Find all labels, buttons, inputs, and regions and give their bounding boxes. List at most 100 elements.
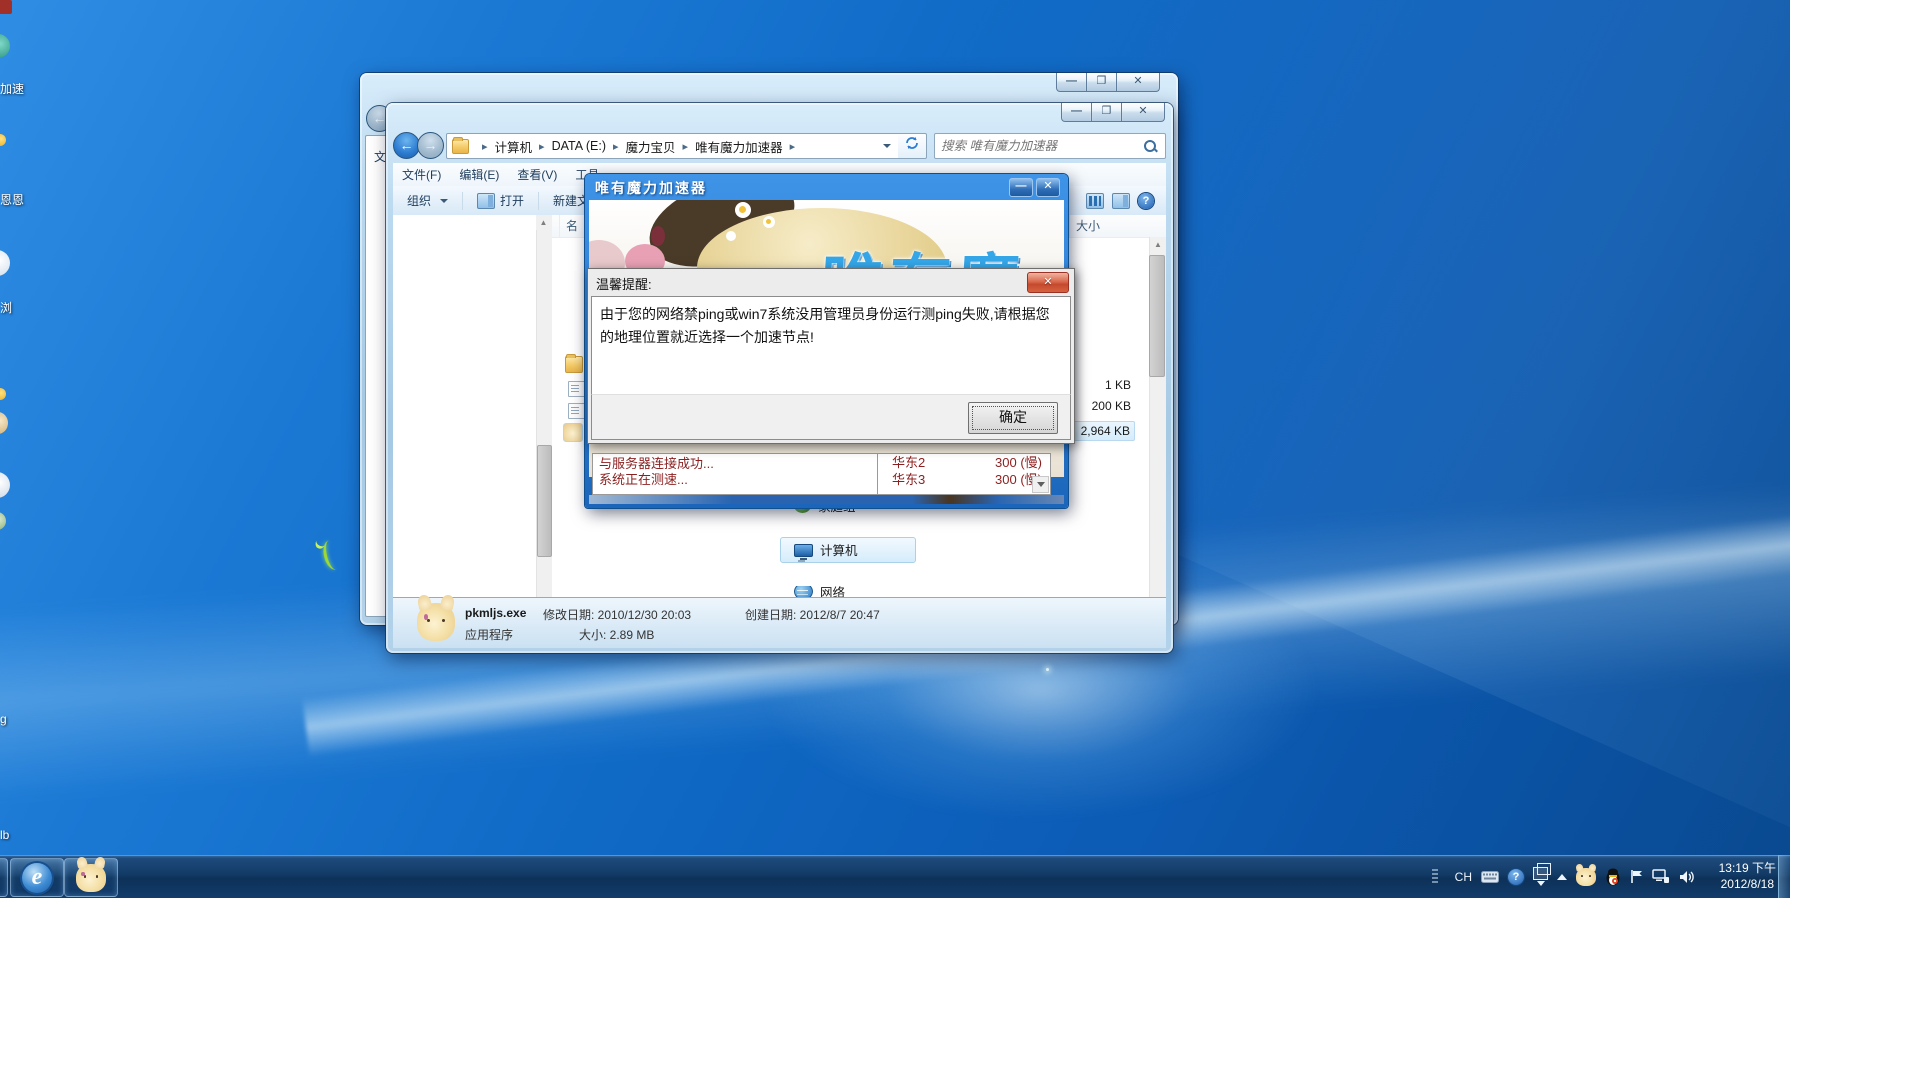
node-scroll-down-button[interactable] bbox=[1032, 476, 1049, 493]
qq-tray-icon[interactable] bbox=[1605, 868, 1621, 886]
toolbar-divider bbox=[462, 192, 463, 210]
breadcrumb-drive[interactable]: DATA (E:) bbox=[552, 139, 606, 153]
language-indicator[interactable]: CH bbox=[1455, 870, 1472, 884]
breadcrumb-folder[interactable]: 魔力宝贝 bbox=[626, 137, 676, 156]
status-line: 系统正在测速... bbox=[599, 472, 871, 488]
node-row[interactable]: 华东3 300 (慢) bbox=[878, 471, 1050, 488]
desktop-icon-label[interactable]: 浏 bbox=[0, 299, 12, 316]
dialog-message: 由于您的网络禁ping或win7系统没用管理员身份运行测ping失败,请根据您的… bbox=[600, 303, 1058, 349]
desktop-icon-label[interactable]: lb bbox=[0, 828, 9, 842]
preview-pane-icon[interactable] bbox=[1112, 193, 1130, 209]
close-icon: ✕ bbox=[1043, 180, 1052, 192]
desktop-icon-label[interactable]: 加速 bbox=[0, 80, 24, 97]
list-scrollbar-thumb[interactable] bbox=[1149, 255, 1165, 377]
banner-bead bbox=[651, 226, 665, 246]
sidebar-item-computer[interactable]: 计算机 bbox=[794, 539, 858, 560]
node-list[interactable]: 华东2 300 (慢) 华东3 300 (慢) bbox=[877, 453, 1051, 495]
taskbar-clock[interactable]: 13:19 下午 2012/8/18 bbox=[1719, 860, 1776, 892]
chevron-down-icon bbox=[1037, 482, 1045, 487]
taskbar-button-accelerator[interactable] bbox=[64, 858, 118, 897]
scroll-up-icon[interactable]: ▲ bbox=[536, 215, 551, 230]
refresh-icon bbox=[905, 136, 919, 150]
desktop-icon-label[interactable]: 恩恩 bbox=[0, 191, 24, 208]
wallpaper-sprout bbox=[316, 536, 338, 572]
breadcrumb-chevron-icon bbox=[783, 139, 803, 153]
desktop-icon-partial[interactable] bbox=[0, 134, 6, 146]
minimize-button[interactable]: — bbox=[1009, 178, 1033, 197]
taskbar-button-ie[interactable]: e bbox=[10, 858, 64, 897]
action-center-flag-icon[interactable] bbox=[1630, 869, 1643, 884]
organize-button[interactable]: 组织 bbox=[399, 189, 456, 212]
open-button[interactable]: 打开 bbox=[469, 189, 532, 212]
keyboard-layout-icon[interactable] bbox=[1481, 871, 1499, 883]
maximize-button[interactable]: ❐ bbox=[1091, 103, 1122, 122]
close-button[interactable]: ✕ bbox=[1121, 103, 1165, 122]
sidebar-item-network[interactable]: 网络 bbox=[794, 586, 845, 597]
desktop-icon-partial[interactable] bbox=[0, 472, 10, 498]
status-log: 与服务器连接成功... 系统正在测速... bbox=[592, 453, 878, 495]
desktop: 加速 恩恩 浏 g lb — ❐ ✕ ← 文 — ❐ ✕ ← → bbox=[0, 0, 1790, 898]
help-tray-icon[interactable] bbox=[1508, 869, 1524, 885]
menu-file[interactable]: 文件(F) bbox=[393, 166, 450, 183]
address-bar[interactable]: 计算机 DATA (E:) 魔力宝贝 唯有魔力加速器 bbox=[446, 133, 900, 159]
show-hidden-icons-button[interactable] bbox=[1557, 874, 1567, 880]
minimize-icon: — bbox=[1016, 180, 1027, 192]
folder-icon bbox=[452, 139, 469, 154]
desktop-icon-partial[interactable] bbox=[0, 512, 6, 530]
help-icon[interactable] bbox=[1138, 193, 1154, 209]
network-tray-icon[interactable] bbox=[1652, 869, 1670, 884]
nav-back-button[interactable]: ← bbox=[393, 132, 420, 159]
desktop-icon-partial[interactable] bbox=[0, 388, 6, 400]
hamster-tray-icon[interactable] bbox=[1576, 868, 1596, 886]
breadcrumb-computer[interactable]: 计算机 bbox=[495, 137, 533, 156]
file-row-file-icon[interactable] bbox=[568, 381, 586, 397]
change-view-icon[interactable] bbox=[1086, 193, 1104, 209]
node-name: 华东3 bbox=[892, 472, 925, 488]
taskbar-button-partial[interactable] bbox=[0, 858, 8, 897]
menu-view[interactable]: 查看(V) bbox=[508, 166, 566, 183]
minimize-icon: — bbox=[1066, 75, 1077, 87]
nav-forward-button[interactable]: → bbox=[417, 132, 444, 159]
details-pane: pkmljs.exe 修改日期: 2010/12/30 20:03 创建日期: … bbox=[393, 597, 1166, 648]
back-window-client-sliver: 文 bbox=[365, 135, 388, 617]
node-row[interactable]: 华东2 300 (慢) bbox=[878, 454, 1050, 471]
show-desktop-button[interactable] bbox=[1778, 855, 1790, 898]
file-row-exe-icon[interactable] bbox=[563, 423, 583, 442]
menu-item-file-partial[interactable]: 文 bbox=[374, 148, 386, 165]
dialog-close-button[interactable]: ✕ bbox=[1027, 272, 1069, 293]
ok-button[interactable]: 确定 bbox=[968, 402, 1058, 434]
organize-label: 组织 bbox=[407, 192, 431, 209]
column-header-name[interactable]: 名称 bbox=[559, 215, 588, 237]
close-icon: ✕ bbox=[1043, 276, 1052, 288]
maximize-button[interactable]: ❐ bbox=[1086, 73, 1117, 92]
banner-bottom-strip bbox=[589, 495, 1064, 504]
clock-time: 13:19 下午 bbox=[1719, 860, 1776, 876]
taskbar: e CH bbox=[0, 855, 1790, 898]
search-box[interactable] bbox=[934, 133, 1166, 159]
close-button[interactable]: ✕ bbox=[1036, 178, 1060, 197]
desktop-icon-partial[interactable] bbox=[0, 34, 10, 58]
details-file-name: pkmljs.exe bbox=[465, 606, 526, 620]
volume-icon[interactable] bbox=[1679, 870, 1695, 884]
address-dropdown-icon[interactable] bbox=[883, 144, 891, 148]
menu-edit[interactable]: 编辑(E) bbox=[450, 166, 508, 183]
desktop-icon-partial[interactable] bbox=[0, 0, 12, 14]
maximize-icon: ❐ bbox=[1102, 105, 1112, 117]
minimize-button[interactable]: — bbox=[1061, 103, 1092, 122]
restore-tray-icon[interactable] bbox=[1533, 867, 1548, 886]
desktop-icon-label[interactable]: g bbox=[0, 712, 7, 726]
close-button[interactable]: ✕ bbox=[1116, 73, 1160, 92]
search-input[interactable] bbox=[935, 139, 1144, 153]
scroll-up-icon[interactable]: ▲ bbox=[1150, 237, 1166, 252]
file-row-file-icon[interactable] bbox=[568, 403, 586, 419]
refresh-button[interactable] bbox=[898, 133, 927, 159]
file-row-folder-icon[interactable] bbox=[565, 356, 583, 373]
breadcrumb-current-folder[interactable]: 唯有魔力加速器 bbox=[695, 137, 783, 156]
column-header-size[interactable]: 大小 bbox=[1069, 215, 1156, 237]
reminder-dialog[interactable]: 温馨提醒: ✕ 由于您的网络禁ping或win7系统没用管理员身份运行测ping… bbox=[587, 268, 1075, 444]
nav-scrollbar-thumb[interactable] bbox=[537, 445, 552, 557]
minimize-button[interactable]: — bbox=[1056, 73, 1087, 92]
desktop-icon-partial[interactable] bbox=[0, 412, 8, 434]
desktop-icon-partial[interactable] bbox=[0, 250, 10, 276]
breadcrumb-chevron-icon bbox=[676, 139, 696, 153]
